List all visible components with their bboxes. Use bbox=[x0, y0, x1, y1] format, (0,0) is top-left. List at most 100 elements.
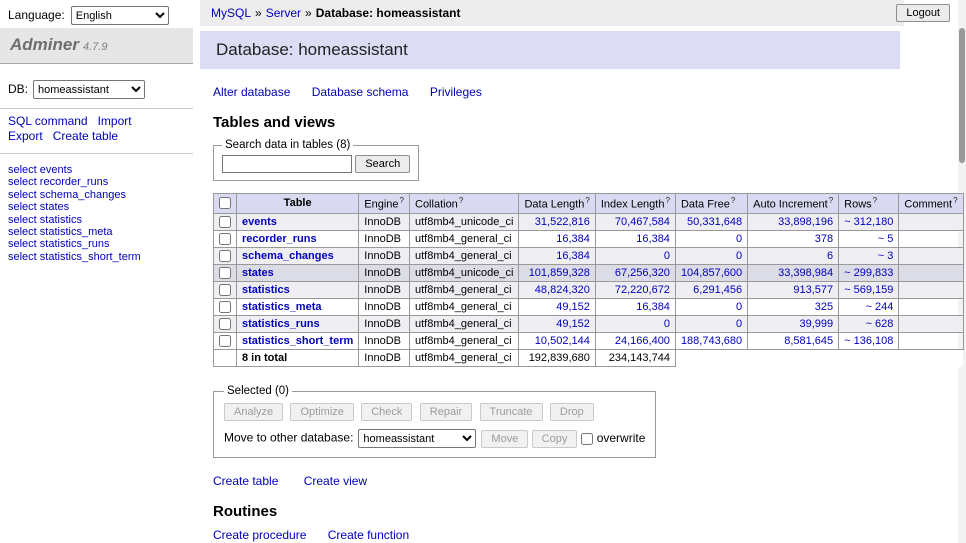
row-select-checkbox[interactable] bbox=[219, 233, 231, 245]
data-free-value[interactable]: 0 bbox=[736, 301, 742, 313]
row-select-checkbox[interactable] bbox=[219, 267, 231, 279]
help-icon[interactable]: ? bbox=[829, 196, 833, 205]
breadcrumb-mysql-link[interactable]: MySQL bbox=[211, 6, 251, 20]
rows-count-link[interactable]: ~ 136,108 bbox=[844, 335, 893, 347]
data-free-value[interactable]: 0 bbox=[736, 233, 742, 245]
create-table-link-main[interactable]: Create table bbox=[213, 474, 278, 488]
db-select[interactable]: homeassistant bbox=[33, 80, 145, 99]
data-length-value[interactable]: 49,152 bbox=[556, 318, 590, 330]
sidebar-item-select-statistics-runs[interactable]: select statistics_runs bbox=[8, 238, 185, 250]
create-view-link[interactable]: Create view bbox=[304, 474, 367, 488]
col-header-table[interactable]: Table bbox=[237, 194, 359, 214]
rows-count-link[interactable]: ~ 244 bbox=[866, 301, 894, 313]
adminer-logo[interactable]: Adminer bbox=[10, 35, 79, 54]
sidebar-item-select-statistics[interactable]: select statistics bbox=[8, 214, 185, 226]
import-link[interactable]: Import bbox=[98, 114, 132, 128]
auto-increment-value[interactable]: 8,581,645 bbox=[784, 335, 833, 347]
truncate-button[interactable]: Truncate bbox=[480, 403, 543, 421]
search-button[interactable]: Search bbox=[355, 155, 410, 173]
rows-count-link[interactable]: ~ 5 bbox=[878, 233, 894, 245]
help-icon[interactable]: ? bbox=[585, 196, 589, 205]
sql-command-link[interactable]: SQL command bbox=[8, 114, 88, 128]
sidebar-item-select-events[interactable]: select events bbox=[8, 164, 185, 176]
language-select[interactable]: English bbox=[71, 6, 169, 25]
help-icon[interactable]: ? bbox=[873, 196, 877, 205]
data-free-value[interactable]: 104,857,600 bbox=[681, 267, 742, 279]
help-icon[interactable]: ? bbox=[953, 196, 957, 205]
index-length-value[interactable]: 72,220,672 bbox=[615, 284, 670, 296]
copy-button[interactable]: Copy bbox=[532, 430, 578, 448]
index-length-value[interactable]: 16,384 bbox=[636, 301, 670, 313]
analyze-button[interactable]: Analyze bbox=[224, 403, 283, 421]
select-all-checkbox[interactable] bbox=[219, 197, 231, 209]
help-icon[interactable]: ? bbox=[731, 196, 735, 205]
sidebar-item-select-schema-changes[interactable]: select schema_changes bbox=[8, 189, 185, 201]
sidebar-item-select-statistics-short-term[interactable]: select statistics_short_term bbox=[8, 251, 185, 263]
auto-increment-value[interactable]: 33,898,196 bbox=[778, 216, 833, 228]
help-icon[interactable]: ? bbox=[459, 196, 463, 205]
sidebar-item-select-recorder-runs[interactable]: select recorder_runs bbox=[8, 176, 185, 188]
auto-increment-value[interactable]: 325 bbox=[815, 301, 833, 313]
auto-increment-value[interactable]: 6 bbox=[827, 250, 833, 262]
data-length-value[interactable]: 101,859,328 bbox=[529, 267, 590, 279]
data-length-value[interactable]: 16,384 bbox=[556, 233, 590, 245]
export-link[interactable]: Export bbox=[8, 129, 43, 143]
privileges-link[interactable]: Privileges bbox=[430, 85, 482, 99]
create-procedure-link[interactable]: Create procedure bbox=[213, 528, 306, 542]
help-icon[interactable]: ? bbox=[665, 196, 669, 205]
data-length-value[interactable]: 48,824,320 bbox=[535, 284, 590, 296]
repair-button[interactable]: Repair bbox=[420, 403, 472, 421]
database-schema-link[interactable]: Database schema bbox=[312, 85, 409, 99]
row-select-checkbox[interactable] bbox=[219, 284, 231, 296]
row-select-checkbox[interactable] bbox=[219, 335, 231, 347]
index-length-value[interactable]: 0 bbox=[664, 318, 670, 330]
breadcrumb-server-link[interactable]: Server bbox=[266, 6, 301, 20]
data-length-value[interactable]: 10,502,144 bbox=[535, 335, 590, 347]
table-name-link[interactable]: statistics_runs bbox=[242, 318, 320, 330]
rows-count-link[interactable]: ~ 299,833 bbox=[844, 267, 893, 279]
table-name-link[interactable]: schema_changes bbox=[242, 250, 334, 262]
table-name-link[interactable]: states bbox=[242, 267, 274, 279]
auto-increment-value[interactable]: 913,577 bbox=[793, 284, 833, 296]
auto-increment-value[interactable]: 378 bbox=[815, 233, 833, 245]
auto-increment-value[interactable]: 39,999 bbox=[800, 318, 834, 330]
sidebar-item-select-statistics-meta[interactable]: select statistics_meta bbox=[8, 226, 185, 238]
rows-count-link[interactable]: ~ 569,159 bbox=[844, 284, 893, 296]
move-db-select[interactable]: homeassistant bbox=[358, 429, 476, 448]
sidebar-item-select-states[interactable]: select states bbox=[8, 201, 185, 213]
row-select-checkbox[interactable] bbox=[219, 318, 231, 330]
scrollbar-thumb[interactable] bbox=[959, 28, 965, 163]
drop-button[interactable]: Drop bbox=[550, 403, 594, 421]
data-free-value[interactable]: 50,331,648 bbox=[687, 216, 742, 228]
index-length-value[interactable]: 24,166,400 bbox=[615, 335, 670, 347]
index-length-value[interactable]: 70,467,584 bbox=[615, 216, 670, 228]
data-free-value[interactable]: 188,743,680 bbox=[681, 335, 742, 347]
data-length-value[interactable]: 31,522,816 bbox=[535, 216, 590, 228]
optimize-button[interactable]: Optimize bbox=[290, 403, 353, 421]
search-input[interactable] bbox=[222, 155, 352, 173]
index-length-value[interactable]: 67,256,320 bbox=[615, 267, 670, 279]
logout-button[interactable]: Logout bbox=[896, 4, 950, 22]
row-select-checkbox[interactable] bbox=[219, 216, 231, 228]
index-length-value[interactable]: 16,384 bbox=[636, 233, 670, 245]
alter-database-link[interactable]: Alter database bbox=[213, 85, 290, 99]
help-icon[interactable]: ? bbox=[400, 196, 404, 205]
table-name-link[interactable]: statistics_meta bbox=[242, 301, 322, 313]
auto-increment-value[interactable]: 33,398,984 bbox=[778, 267, 833, 279]
data-length-value[interactable]: 16,384 bbox=[556, 250, 590, 262]
move-button[interactable]: Move bbox=[481, 430, 528, 448]
create-function-link[interactable]: Create function bbox=[328, 528, 409, 542]
row-select-checkbox[interactable] bbox=[219, 301, 231, 313]
rows-count-link[interactable]: ~ 312,180 bbox=[844, 216, 893, 228]
data-free-value[interactable]: 0 bbox=[736, 318, 742, 330]
rows-count-link[interactable]: ~ 628 bbox=[866, 318, 894, 330]
check-button[interactable]: Check bbox=[361, 403, 412, 421]
data-free-value[interactable]: 6,291,456 bbox=[693, 284, 742, 296]
table-name-link[interactable]: statistics_short_term bbox=[242, 335, 353, 347]
rows-count-link[interactable]: ~ 3 bbox=[878, 250, 894, 262]
table-name-link[interactable]: recorder_runs bbox=[242, 233, 317, 245]
table-name-link[interactable]: events bbox=[242, 216, 277, 228]
row-select-checkbox[interactable] bbox=[219, 250, 231, 262]
table-name-link[interactable]: statistics bbox=[242, 284, 290, 296]
data-length-value[interactable]: 49,152 bbox=[556, 301, 590, 313]
